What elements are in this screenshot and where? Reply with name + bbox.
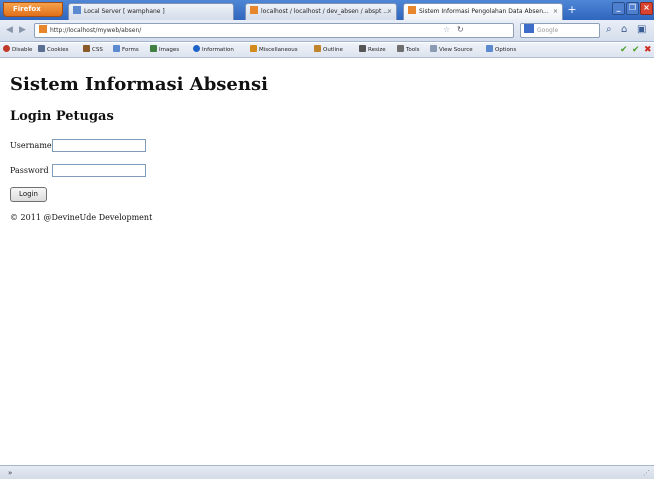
status-chevron-icon[interactable]: »	[8, 467, 12, 479]
toolbar-label: Miscellaneous	[259, 47, 298, 53]
tab-close-icon[interactable]: ×	[387, 4, 392, 19]
tools-icon	[397, 45, 404, 52]
search-magnifier-icon[interactable]: ⌕	[606, 24, 612, 35]
tab-favicon-icon	[408, 6, 416, 14]
bookmarks-icon[interactable]: ▣	[637, 24, 646, 35]
navigation-bar: ◀ ▶ http://localhost/myweb/absen/ Google…	[0, 20, 654, 42]
tab-bar: Firefox Local Server [ wamphane ] localh…	[0, 0, 654, 20]
tab-close-icon[interactable]: ×	[553, 4, 558, 19]
tab-localhost-phpmyadmin[interactable]: localhost / localhost / dev_absen / absp…	[245, 3, 397, 20]
validation-check-icon[interactable]: ✔	[620, 45, 628, 56]
toolbar-label: Outline	[323, 47, 343, 53]
forward-arrow-icon[interactable]: ▶	[19, 25, 26, 35]
toolbar-label: Options	[495, 47, 517, 53]
toolbar-cookies[interactable]: Cookies	[38, 45, 69, 56]
tab-local-server[interactable]: Local Server [ wamphane ]	[68, 3, 234, 20]
status-bar: » ⋰	[0, 465, 654, 479]
search-placeholder: Google	[537, 27, 559, 34]
toolbar-label: Information	[202, 47, 234, 53]
resize-icon	[359, 45, 366, 52]
site-favicon-icon	[39, 25, 47, 33]
css-icon	[83, 45, 90, 52]
url-bar[interactable]: http://localhost/myweb/absen/	[34, 23, 514, 38]
footer-copyright: © 2011 @DevineUde Development	[10, 213, 153, 222]
maximize-button[interactable]: ❐	[626, 2, 639, 15]
browser-chrome: Firefox Local Server [ wamphane ] localh…	[0, 0, 654, 58]
tab-label: Local Server [ wamphane ]	[84, 8, 165, 15]
miscellaneous-icon	[250, 45, 257, 52]
toolbar-label: Disable	[12, 47, 33, 53]
toolbar-label: Images	[159, 47, 180, 53]
minimize-button[interactable]: _	[612, 2, 625, 15]
error-icon[interactable]: ✖	[644, 45, 652, 56]
tab-label: Sistem Informasi Pengolahan Data Absen..…	[419, 8, 549, 15]
toolbar-label: Resize	[368, 47, 386, 53]
toolbar-information[interactable]: Information	[193, 45, 234, 56]
search-input[interactable]: Google	[520, 23, 600, 38]
information-icon	[193, 45, 200, 52]
tab-label: localhost / localhost / dev_absen / absp…	[261, 8, 389, 15]
username-label: Username	[10, 141, 52, 150]
toolbar-label: Tools	[406, 47, 420, 53]
url-text: http://localhost/myweb/absen/	[50, 27, 142, 34]
toolbar-label: View Source	[439, 47, 473, 53]
view-source-icon	[430, 45, 437, 52]
toolbar-images[interactable]: Images	[150, 45, 179, 56]
toolbar-label: Cookies	[47, 47, 69, 53]
new-tab-button[interactable]: +	[565, 4, 579, 18]
bookmark-star-icon[interactable]: ☆	[443, 25, 450, 34]
toolbar-options[interactable]: Options	[486, 45, 516, 56]
validation-check-icon[interactable]: ✔	[632, 45, 640, 56]
toolbar-miscellaneous[interactable]: Miscellaneous	[250, 45, 298, 56]
toolbar-tools[interactable]: Tools	[397, 45, 420, 56]
tab-sistem-informasi[interactable]: Sistem Informasi Pengolahan Data Absen..…	[403, 3, 563, 20]
disable-icon	[3, 45, 10, 52]
password-label: Password	[10, 166, 49, 175]
images-icon	[150, 45, 157, 52]
tab-favicon-icon	[250, 6, 258, 14]
forms-icon	[113, 45, 120, 52]
page-title: Sistem Informasi Absensi	[10, 74, 268, 95]
close-window-button[interactable]: ×	[640, 2, 653, 15]
toolbar-label: Forms	[122, 47, 139, 53]
login-button[interactable]: Login	[10, 187, 47, 202]
options-icon	[486, 45, 493, 52]
home-icon[interactable]: ⌂	[621, 24, 627, 35]
reload-icon[interactable]: ↻	[457, 25, 464, 34]
username-input[interactable]	[52, 139, 146, 152]
tab-favicon-icon	[73, 6, 81, 14]
back-arrow-icon[interactable]: ◀	[6, 25, 13, 35]
toolbar-outline[interactable]: Outline	[314, 45, 343, 56]
firefox-menu-button[interactable]: Firefox	[3, 2, 63, 17]
toolbar-css[interactable]: CSS	[83, 45, 103, 56]
toolbar-forms[interactable]: Forms	[113, 45, 139, 56]
password-input[interactable]	[52, 164, 146, 177]
web-developer-toolbar: Disable Cookies CSS Forms Images Informa…	[0, 43, 654, 58]
resize-grip-icon[interactable]: ⋰	[643, 467, 650, 479]
outline-icon	[314, 45, 321, 52]
toolbar-resize[interactable]: Resize	[359, 45, 386, 56]
toolbar-disable[interactable]: Disable	[3, 45, 32, 56]
toolbar-label: CSS	[92, 47, 103, 53]
cookies-icon	[38, 45, 45, 52]
page-content: Sistem Informasi Absensi Login Petugas U…	[0, 59, 654, 465]
google-icon	[524, 24, 534, 33]
toolbar-view-source[interactable]: View Source	[430, 45, 473, 56]
login-heading: Login Petugas	[10, 109, 114, 124]
